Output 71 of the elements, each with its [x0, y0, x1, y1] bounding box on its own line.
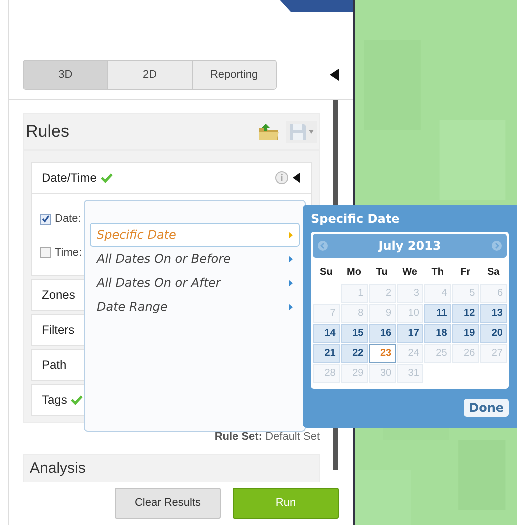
weekday-label: Fr	[460, 266, 472, 280]
menu-item[interactable]: Date Range	[90, 295, 300, 319]
calendar-day: 30	[368, 364, 396, 383]
calendar-day: 3	[396, 284, 424, 303]
weekday-label: Sa	[486, 266, 501, 280]
collapse-arrow-icon[interactable]	[330, 69, 339, 81]
save-button[interactable]	[286, 120, 317, 142]
panel-title: Rules	[26, 120, 70, 143]
open-folder-icon[interactable]	[258, 122, 280, 140]
option-label: Date:	[55, 212, 82, 227]
calendar-day: 31	[396, 364, 424, 383]
submenu-arrow-icon	[289, 280, 293, 286]
save-icon	[289, 122, 307, 140]
tab[interactable]: 2D	[107, 61, 192, 89]
weekday-label: Mo	[346, 266, 362, 280]
section-title[interactable]: Zones	[42, 286, 76, 304]
menu-item[interactable]: All Dates On or Before	[90, 247, 300, 271]
calendar-day: 26	[452, 344, 480, 363]
calendar-day[interactable]: 12	[452, 304, 480, 323]
caret-icon	[309, 130, 314, 134]
previous-icon[interactable]	[318, 241, 328, 251]
calendar-day: 24	[396, 344, 424, 363]
calendar-day: 2	[368, 284, 396, 303]
option-label: Time:	[55, 246, 82, 260]
calendar-day[interactable]: 14	[313, 324, 340, 343]
calendar-day[interactable]: 19	[452, 324, 480, 343]
section-title[interactable]: Tags	[42, 391, 68, 409]
calendar-day: 10	[396, 304, 424, 323]
calendar-day[interactable]: 16	[368, 324, 396, 343]
calendar-day: 25	[424, 344, 452, 363]
checkbox[interactable]	[40, 214, 51, 225]
submenu-arrow-icon	[289, 232, 293, 238]
calendar-day: 4	[424, 284, 452, 303]
submenu-arrow-icon	[289, 256, 293, 262]
section-title[interactable]: Date/Time	[42, 169, 97, 187]
checkbox[interactable]	[40, 247, 51, 258]
menu-item[interactable]: All Dates On or After	[90, 271, 300, 295]
panel-title: Analysis	[30, 460, 86, 476]
calendar-day: 9	[368, 304, 396, 323]
tab[interactable]: 3D	[24, 61, 108, 89]
calendar-day: 27	[480, 344, 507, 363]
calendar-title: Specific Date	[311, 211, 401, 228]
calendar-day: 29	[340, 364, 368, 383]
calendar-day[interactable]: 13	[480, 304, 507, 323]
calendar-day: 7	[313, 304, 340, 323]
rule-set-label: Rule Set: Default Set	[214, 430, 320, 445]
collapse-arrow-icon[interactable]	[293, 173, 301, 183]
calendar-day[interactable]: 17	[396, 324, 424, 343]
weekday-label: Th	[430, 266, 445, 280]
calendar-day: 1	[340, 284, 368, 303]
calendar-day: 5	[452, 284, 480, 303]
calendar-day: 6	[480, 284, 507, 303]
calendar-day: 28	[313, 364, 340, 383]
calendar-day[interactable]: 22	[340, 344, 368, 363]
calendar-day[interactable]: 18	[424, 324, 452, 343]
submenu-arrow-icon	[289, 304, 293, 310]
weekday-label: Tu	[375, 266, 389, 280]
next-icon[interactable]	[492, 241, 502, 251]
calendar-day[interactable]: 11	[424, 304, 452, 323]
calendar-day[interactable]: 20	[480, 324, 507, 343]
calendar-day[interactable]: 21	[313, 344, 340, 363]
calendar-day[interactable]: 15	[340, 324, 368, 343]
clear-button[interactable]: Clear Results	[115, 488, 221, 519]
weekday-label: We	[402, 266, 418, 280]
done-button[interactable]: Done	[464, 399, 509, 417]
section-title[interactable]: Path	[42, 356, 67, 374]
weekday-label: Su	[319, 266, 334, 280]
section-title[interactable]: Filters	[42, 321, 75, 339]
calendar-day: 8	[340, 304, 368, 323]
tab[interactable]: Reporting	[192, 61, 276, 89]
month-label: July 2013	[377, 238, 442, 255]
